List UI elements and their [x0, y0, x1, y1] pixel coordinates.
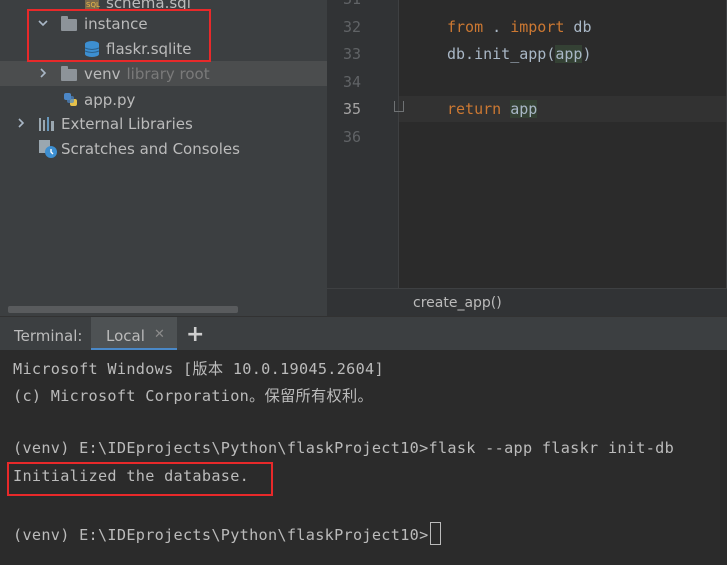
line-number: 34 — [342, 73, 361, 91]
tree-item-label: External Libraries — [61, 114, 193, 133]
python-file-icon — [62, 91, 80, 109]
keyword-from: from — [447, 18, 484, 36]
highlight-box-instance — [27, 9, 211, 62]
line-number-current: 35 — [342, 100, 361, 118]
terminal-title: Terminal: — [14, 327, 83, 345]
code-token: ) — [582, 45, 592, 63]
tree-item-venv[interactable]: venv library root — [0, 61, 327, 86]
chevron-right-icon[interactable] — [14, 116, 28, 130]
code-token: db — [564, 18, 592, 36]
horizontal-scrollbar[interactable] — [8, 306, 238, 313]
tab-local[interactable]: Local ✕ — [91, 317, 177, 351]
chevron-right-icon[interactable] — [36, 66, 50, 80]
code-param: app — [555, 45, 583, 63]
tree-item-app-py[interactable]: app.py — [0, 87, 327, 112]
tree-item-external-libraries[interactable]: External Libraries — [0, 111, 327, 136]
code-token: db.init_app( — [447, 45, 556, 63]
line-number: 36 — [342, 128, 361, 146]
folder-icon — [61, 66, 77, 81]
code-editor[interactable]: 31 32 33 34 35 36 from . import db db.in… — [327, 0, 727, 288]
fold-marker-icon[interactable] — [394, 101, 404, 112]
code-line-32: from . import db — [447, 18, 592, 36]
terminal-prompt-line[interactable]: (venv) E:\IDEprojects\Python\flaskProjec… — [13, 522, 441, 545]
terminal-header: Terminal: Local ✕ + — [0, 316, 727, 351]
tab-label: Local — [106, 327, 145, 345]
add-tab-button[interactable]: + — [186, 322, 204, 347]
line-number: 31 — [335, 0, 361, 8]
text-cursor — [429, 522, 441, 545]
keyword-return: return — [447, 100, 502, 118]
tree-item-label-group: venv library root — [84, 65, 210, 83]
gutter-divider — [398, 0, 399, 288]
library-root-hint: library root — [126, 64, 210, 83]
code-line-35: return app — [447, 100, 538, 118]
close-icon[interactable]: ✕ — [154, 327, 165, 342]
terminal-line: (c) Microsoft Corporation。保留所有权利。 — [13, 387, 373, 405]
code-token: . — [483, 18, 511, 36]
tree-item-label: app.py — [84, 90, 136, 109]
terminal-output[interactable]: Microsoft Windows [版本 10.0.19045.2604] (… — [0, 350, 727, 565]
keyword-import: import — [510, 18, 565, 36]
line-number: 32 — [342, 18, 361, 36]
scratches-icon — [38, 139, 58, 159]
breadcrumb-function[interactable]: create_app() — [413, 295, 502, 311]
tree-item-scratches-and-consoles[interactable]: Scratches and Consoles — [0, 136, 327, 161]
svg-text:SQL: SQL — [86, 1, 100, 9]
library-icon — [38, 116, 56, 132]
tree-item-label: venv — [84, 64, 121, 83]
highlight-box-initialized — [7, 462, 273, 496]
tree-item-label: Scratches and Consoles — [61, 139, 240, 158]
breadcrumb-bar: create_app() — [327, 288, 727, 317]
terminal-prompt: (venv) E:\IDEprojects\Python\flaskProjec… — [13, 526, 429, 544]
terminal-line: (venv) E:\IDEprojects\Python\flaskProjec… — [13, 439, 675, 457]
terminal-line: Microsoft Windows [版本 10.0.19045.2604] — [13, 360, 384, 378]
line-number: 33 — [342, 45, 361, 63]
code-line-33: db.init_app(app) — [447, 45, 592, 63]
code-token: app — [510, 100, 538, 118]
